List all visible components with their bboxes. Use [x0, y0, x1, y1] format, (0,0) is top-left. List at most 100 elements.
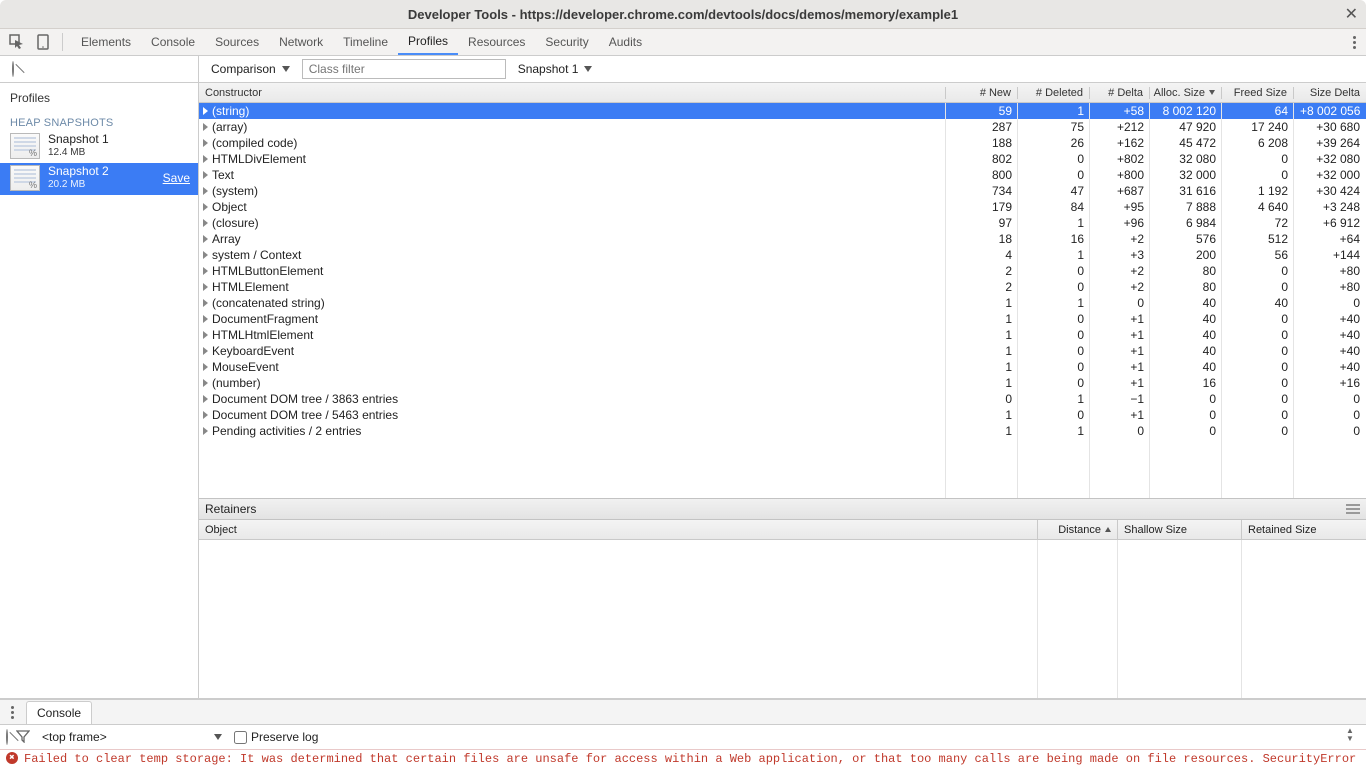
table-row[interactable]: system / Context41+320056+144 — [199, 247, 1366, 263]
table-row[interactable]: Array1816+2576512+64 — [199, 231, 1366, 247]
expand-icon[interactable] — [203, 379, 208, 387]
more-options-icon[interactable] — [1348, 36, 1360, 49]
expand-icon[interactable] — [203, 219, 208, 227]
expand-icon[interactable] — [203, 139, 208, 147]
tab-sources[interactable]: Sources — [205, 29, 269, 55]
device-mode-icon[interactable] — [32, 31, 54, 53]
cell-new: 1 — [946, 407, 1018, 423]
base-snapshot-dropdown[interactable]: Snapshot 1 — [514, 59, 597, 79]
cell-sizedelta: 0 — [1294, 295, 1366, 311]
col-delta[interactable]: # Delta — [1090, 87, 1150, 99]
retainers-header[interactable]: Retainers — [199, 498, 1366, 520]
drawer-tab-console[interactable]: Console — [26, 701, 92, 724]
filter-icon[interactable] — [16, 729, 30, 746]
table-row[interactable]: Text8000+80032 0000+32 000 — [199, 167, 1366, 183]
snapshot-item[interactable]: Snapshot 112.4 MB — [0, 131, 198, 163]
snapshot-name: Snapshot 1 — [48, 133, 109, 146]
table-row[interactable]: MouseEvent10+1400+40 — [199, 359, 1366, 375]
cell-delta: +2 — [1090, 231, 1150, 247]
retainers-menu-icon[interactable] — [1346, 504, 1360, 514]
retainers-col-shallow[interactable]: Shallow Size — [1118, 520, 1242, 539]
table-row[interactable]: Object17984+957 8884 640+3 248 — [199, 199, 1366, 215]
table-row[interactable]: (number)10+1160+16 — [199, 375, 1366, 391]
tab-security[interactable]: Security — [535, 29, 598, 55]
class-filter-input[interactable] — [302, 59, 506, 79]
expand-icon[interactable] — [203, 331, 208, 339]
sort-asc-icon — [1105, 527, 1111, 532]
expand-icon[interactable] — [203, 411, 208, 419]
col-size-delta[interactable]: Size Delta — [1294, 87, 1366, 99]
clear-console-icon[interactable] — [6, 730, 8, 744]
constructor-name: Text — [212, 167, 234, 183]
tab-console[interactable]: Console — [141, 29, 205, 55]
expand-icon[interactable] — [203, 395, 208, 403]
table-row[interactable]: (concatenated string)11040400 — [199, 295, 1366, 311]
tab-network[interactable]: Network — [269, 29, 333, 55]
expand-icon[interactable] — [203, 283, 208, 291]
view-mode-dropdown[interactable]: Comparison — [207, 59, 294, 79]
table-row[interactable]: DocumentFragment10+1400+40 — [199, 311, 1366, 327]
snapshot-item[interactable]: Snapshot 220.2 MBSave — [0, 163, 198, 195]
col-new[interactable]: # New — [946, 87, 1018, 99]
execution-context-dropdown[interactable]: <top frame> — [38, 727, 226, 747]
inspect-element-icon[interactable] — [6, 31, 28, 53]
tab-resources[interactable]: Resources — [458, 29, 535, 55]
cell-alloc: 47 920 — [1150, 119, 1222, 135]
table-row[interactable]: (compiled code)18826+16245 4726 208+39 2… — [199, 135, 1366, 151]
expand-icon[interactable] — [203, 299, 208, 307]
cell-freed: 0 — [1222, 327, 1294, 343]
expand-icon[interactable] — [203, 235, 208, 243]
constructor-name: (closure) — [212, 215, 259, 231]
table-row[interactable]: HTMLDivElement8020+80232 0800+32 080 — [199, 151, 1366, 167]
cell-delta: +800 — [1090, 167, 1150, 183]
expand-icon[interactable] — [203, 187, 208, 195]
retainers-col-retained[interactable]: Retained Size — [1242, 520, 1366, 539]
table-row[interactable]: (system)73447+68731 6161 192+30 424 — [199, 183, 1366, 199]
col-deleted[interactable]: # Deleted — [1018, 87, 1090, 99]
clear-icon[interactable] — [12, 62, 14, 76]
table-row[interactable]: (closure)971+966 98472+6 912 — [199, 215, 1366, 231]
preserve-log-checkbox[interactable]: Preserve log — [234, 730, 318, 744]
tab-elements[interactable]: Elements — [71, 29, 141, 55]
table-row[interactable]: Document DOM tree / 3863 entries01−1000 — [199, 391, 1366, 407]
table-row[interactable]: HTMLElement20+2800+80 — [199, 279, 1366, 295]
expand-icon[interactable] — [203, 251, 208, 259]
col-freed-size[interactable]: Freed Size — [1222, 87, 1294, 99]
retainers-col-object[interactable]: Object — [199, 520, 1038, 539]
expand-icon[interactable] — [203, 363, 208, 371]
table-row[interactable]: Document DOM tree / 5463 entries10+1000 — [199, 407, 1366, 423]
table-row[interactable]: (string)591+588 002 12064+8 002 056 — [199, 103, 1366, 119]
cell-freed: 72 — [1222, 215, 1294, 231]
tab-timeline[interactable]: Timeline — [333, 29, 398, 55]
expand-icon[interactable] — [203, 171, 208, 179]
tab-profiles[interactable]: Profiles — [398, 29, 458, 55]
table-row[interactable]: HTMLHtmlElement10+1400+40 — [199, 327, 1366, 343]
table-row[interactable]: KeyboardEvent10+1400+40 — [199, 343, 1366, 359]
console-error-message[interactable]: Failed to clear temp storage: It was det… — [0, 750, 1366, 768]
cell-freed: 1 192 — [1222, 183, 1294, 199]
table-row[interactable]: Pending activities / 2 entries110000 — [199, 423, 1366, 439]
table-row[interactable]: (array)28775+21247 92017 240+30 680 — [199, 119, 1366, 135]
expand-icon[interactable] — [203, 267, 208, 275]
cell-delta: +58 — [1090, 103, 1150, 119]
expand-icon[interactable] — [203, 427, 208, 435]
close-icon[interactable]: ✕ — [1345, 4, 1358, 24]
cell-freed: 0 — [1222, 375, 1294, 391]
cell-deleted: 0 — [1018, 279, 1090, 295]
expand-icon[interactable] — [203, 203, 208, 211]
expand-icon[interactable] — [203, 315, 208, 323]
expand-icon[interactable] — [203, 123, 208, 131]
cell-new: 1 — [946, 311, 1018, 327]
resize-icon[interactable] — [1346, 732, 1356, 742]
retainers-col-distance[interactable]: Distance — [1038, 520, 1118, 539]
cell-delta: +3 — [1090, 247, 1150, 263]
expand-icon[interactable] — [203, 155, 208, 163]
table-row[interactable]: HTMLButtonElement20+2800+80 — [199, 263, 1366, 279]
snapshot-save-link[interactable]: Save — [163, 171, 190, 185]
col-constructor[interactable]: Constructor — [199, 87, 946, 99]
expand-icon[interactable] — [203, 107, 208, 115]
tab-audits[interactable]: Audits — [599, 29, 652, 55]
col-alloc-size[interactable]: Alloc. Size — [1150, 87, 1222, 99]
expand-icon[interactable] — [203, 347, 208, 355]
drawer-options-icon[interactable] — [6, 706, 18, 719]
